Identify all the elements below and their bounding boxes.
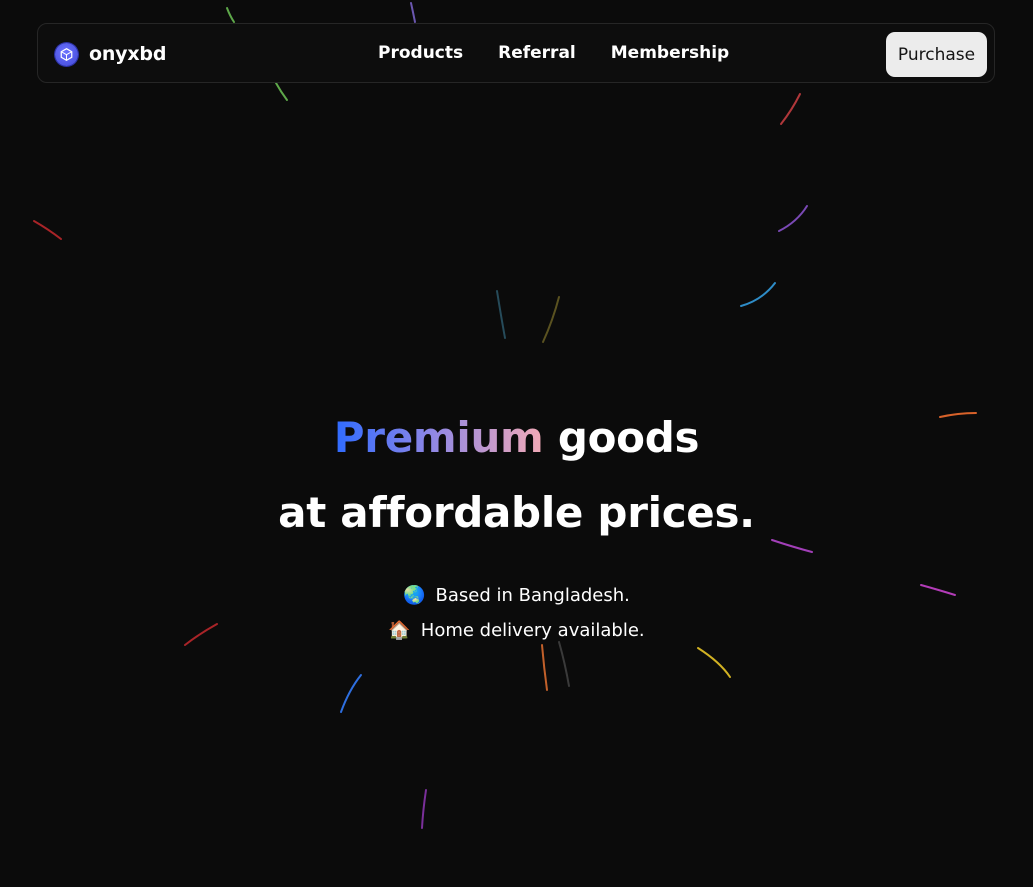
nav-link-referral[interactable]: Referral xyxy=(498,43,576,63)
purchase-button[interactable]: Purchase xyxy=(886,32,987,77)
hero-section: Premium goods at affordable prices. 🌏 Ba… xyxy=(0,400,1033,648)
info-location-text: Based in Bangladesh. xyxy=(435,585,630,606)
hero-highlight-word: Premium xyxy=(333,413,544,462)
house-icon: 🏠 xyxy=(388,620,411,641)
info-item-delivery: 🏠 Home delivery available. xyxy=(0,613,1033,648)
info-item-location: 🌏 Based in Bangladesh. xyxy=(0,578,1033,613)
cube-icon xyxy=(55,42,78,66)
globe-icon: 🌏 xyxy=(403,585,426,606)
nav-link-membership[interactable]: Membership xyxy=(611,43,729,63)
brand-name: onyxbd xyxy=(89,43,167,65)
top-navbar: onyxbd Products Referral Membership Purc… xyxy=(37,23,995,83)
hero-info-list: 🌏 Based in Bangladesh. 🏠 Home delivery a… xyxy=(0,578,1033,648)
hero-title-rest: goods xyxy=(543,413,700,462)
nav-link-products[interactable]: Products xyxy=(378,43,463,63)
nav-links: Products Referral Membership xyxy=(378,43,764,63)
hero-title-line-2: at affordable prices. xyxy=(278,488,755,537)
info-delivery-text: Home delivery available. xyxy=(420,620,645,641)
brand-logo-link[interactable]: onyxbd xyxy=(55,42,166,66)
hero-title-line-1: Premium goods xyxy=(0,400,1033,475)
